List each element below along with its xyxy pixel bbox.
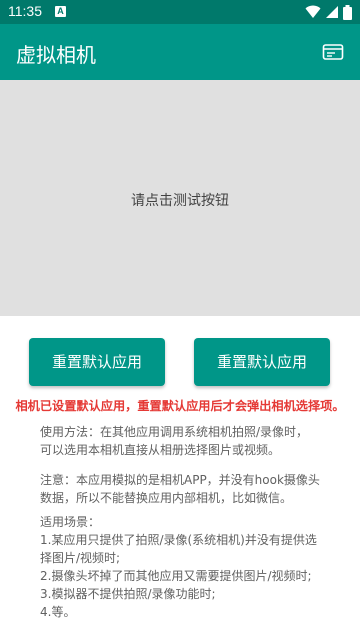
status-time: 11:35: [8, 3, 42, 19]
scenes-line: 适用场景：: [40, 515, 101, 529]
scenes-line: 2.摄像头坏掉了而其他应用又需要提供图片/视频时;: [40, 569, 312, 583]
bottom-panel: 重置默认应用 重置默认应用 相机已设置默认应用，重置默认应用后才会弹出相机选择项…: [0, 316, 360, 640]
reset-default-app-button-right[interactable]: 重置默认应用: [194, 338, 330, 386]
scenes-line: 3.模拟器不提供拍照/录像功能时;: [40, 587, 216, 601]
status-bar: 11:35 A: [0, 0, 360, 24]
app-bar: 虚拟相机: [0, 24, 360, 80]
reset-default-app-button-left[interactable]: 重置默认应用: [29, 338, 165, 386]
scenes-line: 择图片/视频时;: [40, 551, 121, 565]
card-icon[interactable]: [322, 41, 344, 63]
scenes-line: 4.等。: [40, 605, 76, 619]
note-line: 注意：本应用模拟的是相机APP，并没有hook摄像头: [40, 473, 320, 487]
preview-hint: 请点击测试按钮: [131, 193, 229, 209]
usage-line: 使用方法：在其他应用调用系统相机拍照/录像时，: [40, 425, 309, 439]
app-title: 虚拟相机: [16, 43, 96, 67]
scenes-info: 适用场景： 1.某应用只提供了拍照/录像(系统相机)并没有提供选 择图片/视频时…: [40, 513, 340, 621]
usage-info: 使用方法：在其他应用调用系统相机拍照/录像时， 可以选用本相机直接从相册选择图片…: [40, 423, 340, 459]
note-line: 数据，所以不能替换应用内部相机，比如微信。: [40, 491, 293, 505]
scenes-line: 1.某应用只提供了拍照/录像(系统相机)并没有提供选: [40, 533, 317, 547]
wifi-icon: [305, 5, 321, 18]
usage-line: 可以选用本相机直接从相册选择图片或视频。: [40, 443, 281, 457]
screen: 11:35 A 虚拟相机 请点击测试按钮 重置默认应用 重置默认应用 相机已设置…: [0, 0, 360, 640]
battery-icon: [343, 4, 352, 20]
warning-text: 相机已设置默认应用，重置默认应用后才会弹出相机选择项。: [15, 399, 345, 413]
signal-icon: [326, 6, 338, 18]
notification-app-icon: A: [55, 6, 66, 17]
status-icons: [305, 4, 352, 20]
preview-area: 请点击测试按钮: [0, 80, 360, 316]
note-info: 注意：本应用模拟的是相机APP，并没有hook摄像头 数据，所以不能替换应用内部…: [40, 471, 340, 507]
